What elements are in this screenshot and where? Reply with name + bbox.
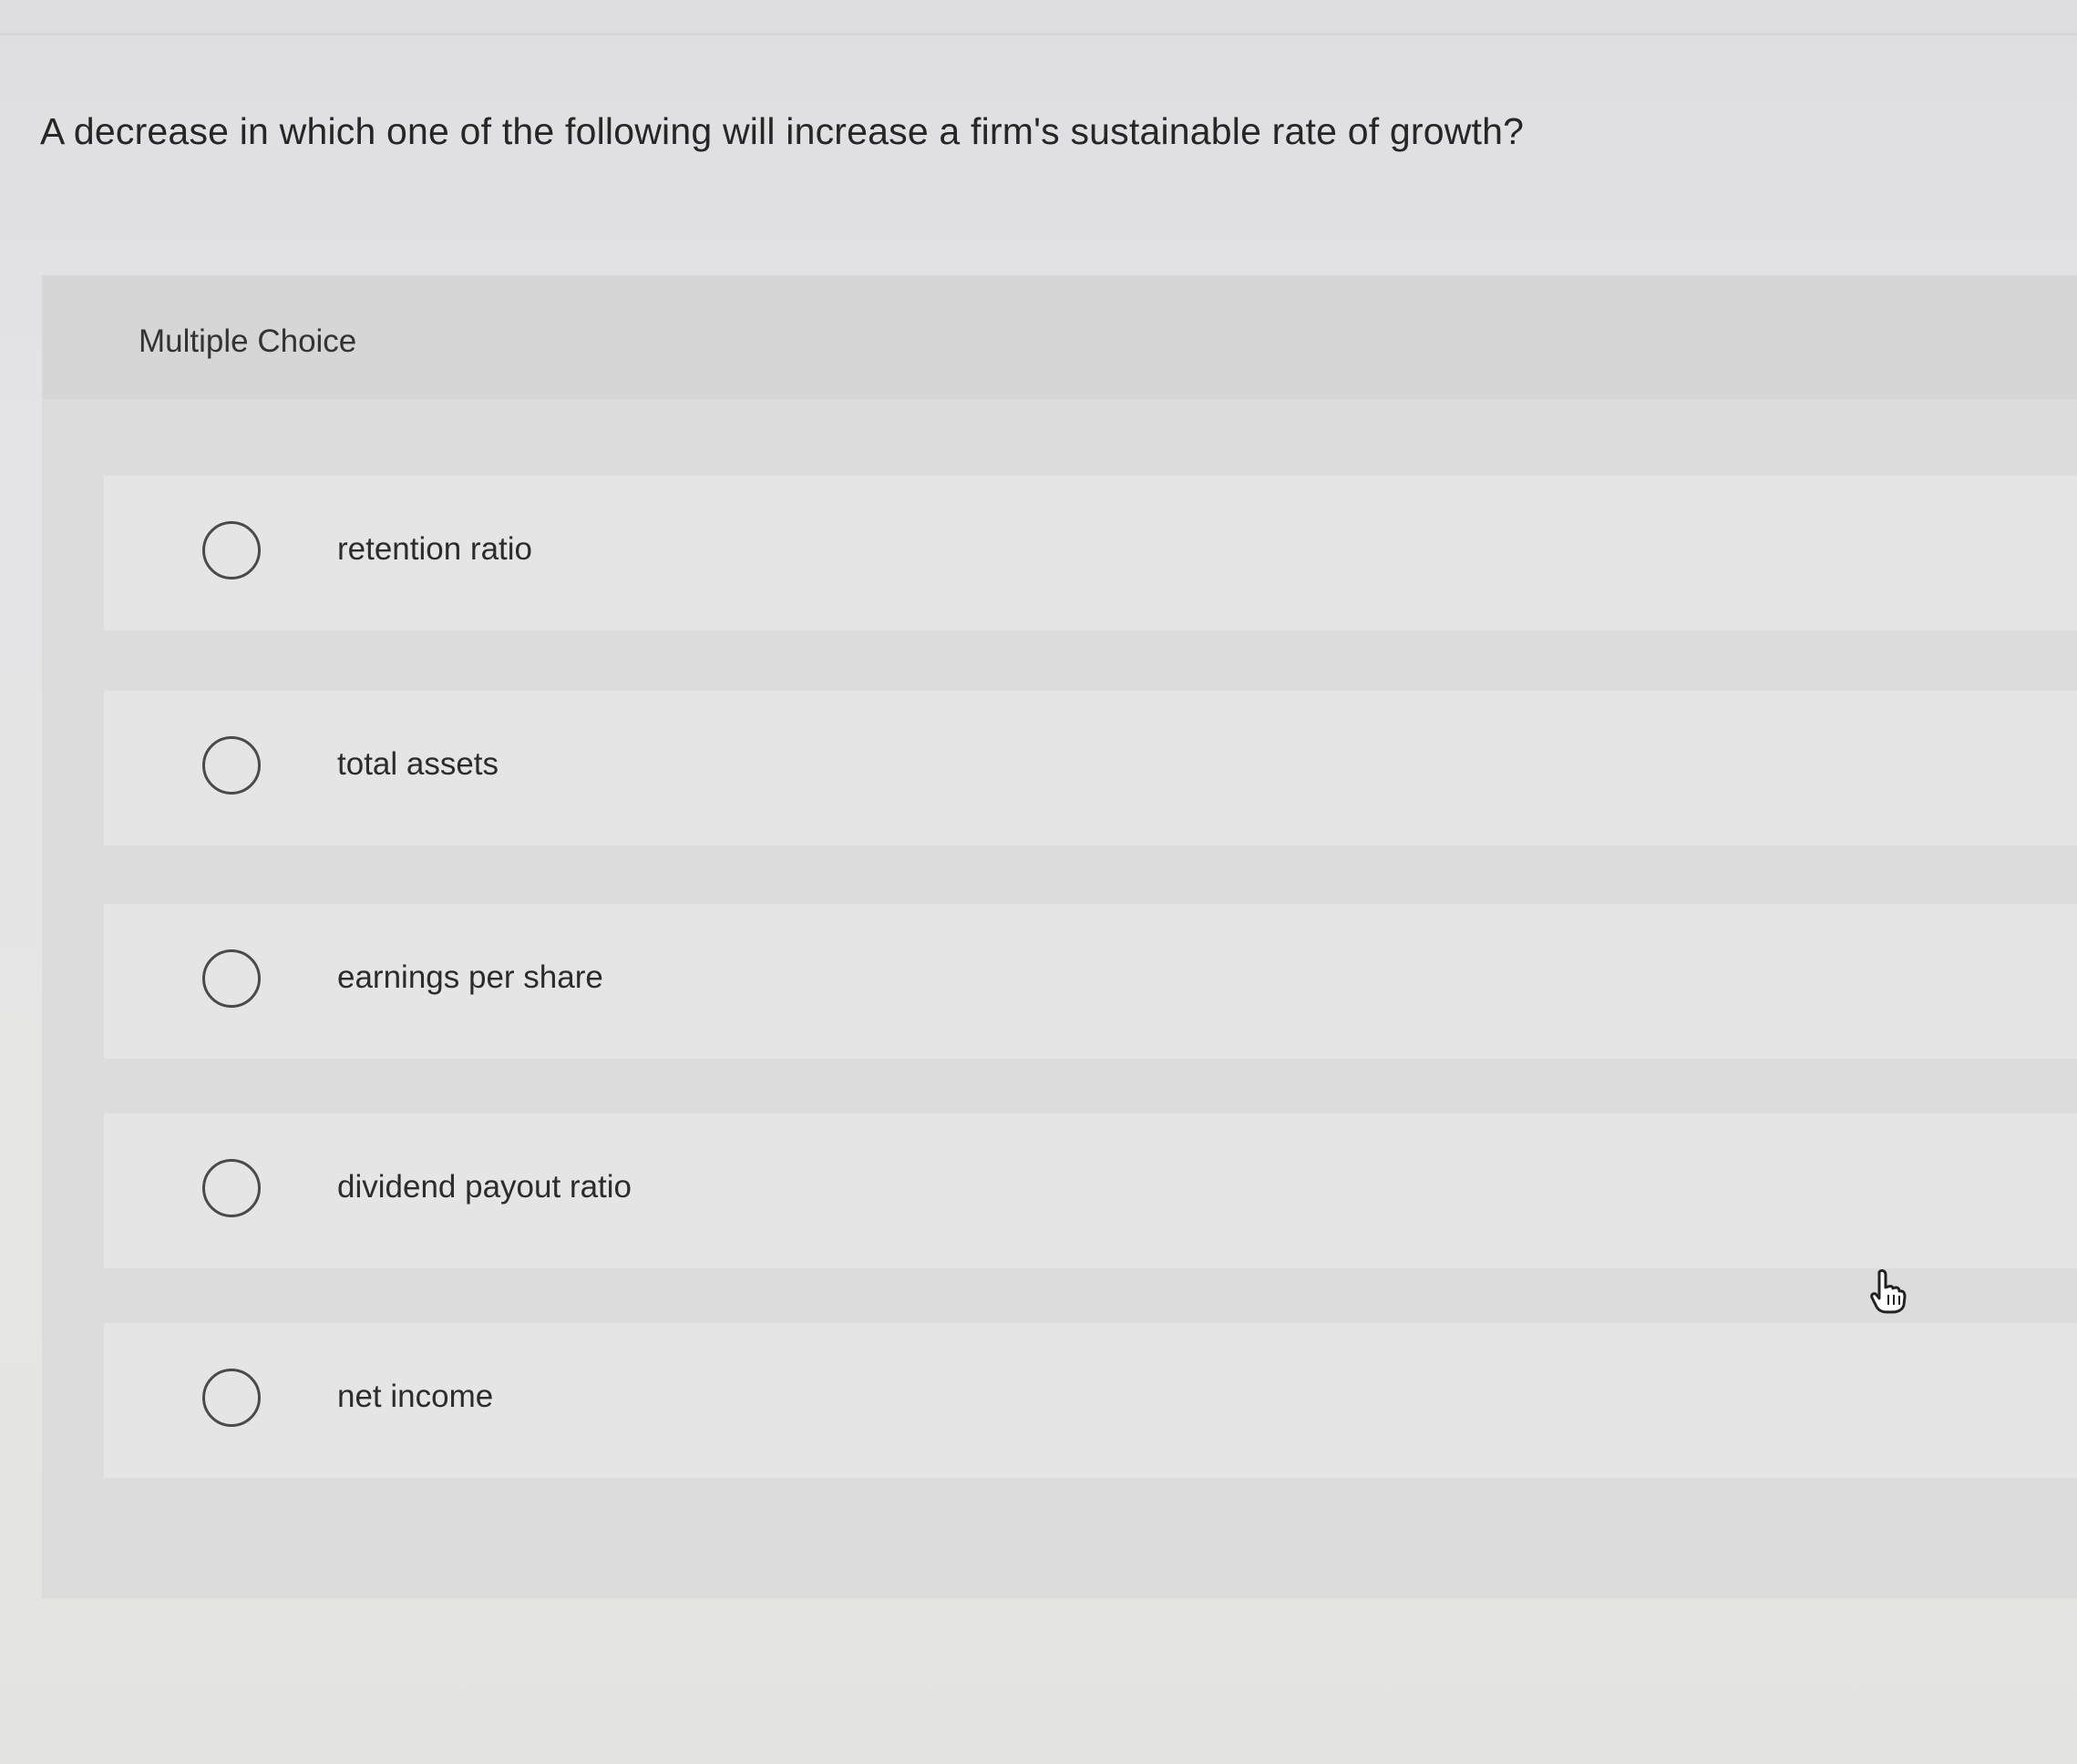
radio-button-icon[interactable] [202, 1159, 261, 1217]
multiple-choice-header: Multiple Choice [42, 275, 2077, 399]
option-retention-ratio[interactable]: retention ratio [104, 476, 2077, 631]
option-dividend-payout-ratio[interactable]: dividend payout ratio [104, 1113, 2077, 1268]
radio-button-icon[interactable] [202, 1369, 261, 1427]
option-label: retention ratio [337, 531, 533, 567]
option-label: dividend payout ratio [337, 1169, 632, 1205]
option-label: total assets [337, 746, 499, 782]
multiple-choice-label: Multiple Choice [139, 323, 357, 359]
option-earnings-per-share[interactable]: earnings per share [104, 904, 2077, 1059]
option-label: earnings per share [337, 959, 603, 995]
page: A decrease in which one of the following… [0, 0, 2077, 1764]
option-net-income[interactable]: net income [104, 1323, 2077, 1478]
hand-pointer-icon [1870, 1269, 1907, 1314]
radio-button-icon[interactable] [202, 736, 261, 795]
multiple-choice-panel: Multiple Choice retention ratio total as… [42, 275, 2077, 1598]
radio-button-icon[interactable] [202, 949, 261, 1008]
radio-button-icon[interactable] [202, 521, 261, 579]
top-divider [0, 33, 2077, 36]
option-label: net income [337, 1379, 494, 1414]
option-total-assets[interactable]: total assets [104, 691, 2077, 846]
question-text: A decrease in which one of the following… [40, 110, 1525, 152]
